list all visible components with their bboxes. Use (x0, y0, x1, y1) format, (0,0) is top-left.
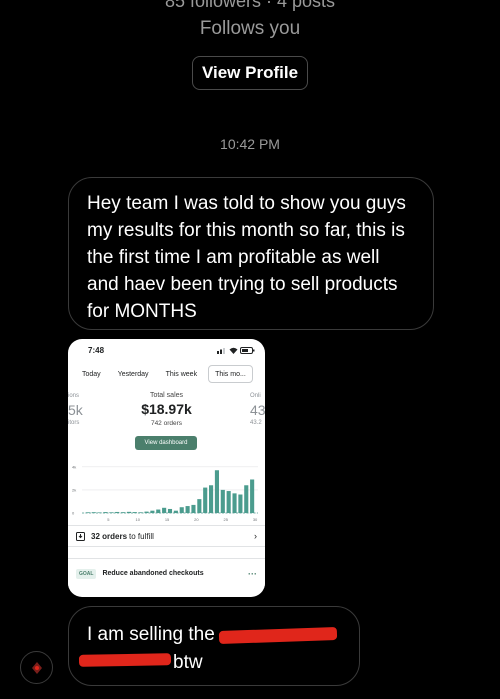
chart-bar (197, 499, 202, 513)
chart-bar (203, 487, 208, 513)
chart-bar (103, 512, 108, 513)
chart-bar (214, 470, 219, 513)
chart-bar (126, 511, 131, 513)
right-stat-sub: 43.2 (250, 420, 262, 426)
chart-bar (173, 510, 178, 513)
chart-bar (115, 511, 120, 513)
redaction-mark (218, 626, 338, 645)
chevron-right-icon: › (254, 531, 257, 541)
y-tick-label: 0 (72, 511, 75, 516)
message-text: Hey team I was told to show you guys my … (87, 193, 406, 322)
chart-bar (156, 509, 161, 513)
x-tick-label: 25 (224, 517, 229, 522)
chart-bar (244, 485, 249, 513)
right-stat-label: Onli (250, 393, 261, 399)
y-tick-label: 2k (72, 487, 76, 492)
chart-bar (226, 491, 231, 513)
wifi-icon (229, 347, 238, 354)
goal-card[interactable]: GOAL Reduce abandoned checkouts ··· (68, 558, 265, 588)
chart-bar (132, 512, 137, 513)
sales-bar-chart: 4k 2k 0 5 10 15 20 25 30 (72, 464, 258, 522)
chart-bar (97, 512, 102, 513)
tab-yesterday[interactable]: Yesterday (112, 365, 155, 383)
fulfill-count: 32 orders (91, 531, 128, 541)
status-time: 7:48 (88, 345, 105, 355)
chart-bar (209, 485, 214, 513)
tab-this-month[interactable]: This mo... (208, 365, 253, 383)
chart-bar (150, 510, 155, 513)
x-tick-label: 10 (136, 517, 141, 522)
view-profile-button[interactable]: View Profile (192, 56, 308, 90)
message-bubble[interactable]: Hey team I was told to show you guys my … (68, 177, 434, 330)
message-text-end: btw (173, 652, 203, 673)
chart-bar (109, 512, 114, 513)
right-stat-value: 43 (250, 402, 265, 418)
total-sales-value: $18.97k (141, 401, 192, 417)
shared-screenshot[interactable]: 7:48 Today Yesterday This week This mo..… (68, 339, 265, 597)
chart-bar (185, 506, 190, 513)
chart-bar (220, 489, 225, 513)
battery-icon (240, 346, 255, 354)
chart-bar (85, 512, 90, 513)
chart-bar (162, 507, 167, 513)
avatar-icon (31, 661, 42, 674)
x-tick-label: 30 (253, 517, 258, 522)
goal-text: Reduce abandoned checkouts (102, 570, 204, 577)
chart-bar (91, 512, 96, 513)
orders-to-fulfill-row[interactable]: 32 orders to fulfill › (68, 525, 265, 547)
y-tick-label: 4k (72, 464, 76, 469)
chart-bar (179, 507, 184, 513)
date-range-tabs: Today Yesterday This week This mo... (68, 365, 265, 385)
message-text-start: I am selling the (87, 624, 215, 645)
x-tick-label: 5 (107, 517, 110, 522)
view-dashboard-button[interactable]: View dashboard (135, 436, 197, 450)
total-sales-label: Total sales (149, 392, 184, 399)
profile-stats: 85 followers · 4 posts (164, 0, 336, 11)
tab-this-week[interactable]: This week (160, 365, 204, 383)
phone-status-bar: 7:48 (68, 339, 265, 361)
sender-avatar[interactable] (20, 651, 53, 684)
follows-you-label: Follows you (199, 18, 301, 39)
message-timestamp: 10:42 PM (220, 136, 280, 152)
chart-bar (191, 504, 196, 513)
chart-bar (138, 512, 143, 513)
tab-today[interactable]: Today (76, 365, 107, 383)
chart-bar (250, 479, 255, 513)
more-options-icon[interactable]: ··· (248, 569, 257, 579)
signal-icon (217, 347, 225, 354)
chart-bar (144, 511, 149, 513)
goal-badge: GOAL (76, 568, 97, 579)
chart-bar (232, 493, 237, 513)
chart-bar (167, 508, 173, 513)
fulfill-label: to fulfill (129, 531, 154, 541)
x-tick-label: 15 (165, 517, 170, 522)
inbox-icon (76, 531, 85, 541)
message-bubble-2[interactable]: I am selling the btw (68, 606, 360, 686)
redaction-mark (78, 653, 172, 667)
chart-bar (121, 512, 126, 513)
x-tick-label: 20 (194, 517, 199, 522)
chart-bar (238, 494, 243, 513)
orders-count: 742 orders (150, 420, 183, 427)
